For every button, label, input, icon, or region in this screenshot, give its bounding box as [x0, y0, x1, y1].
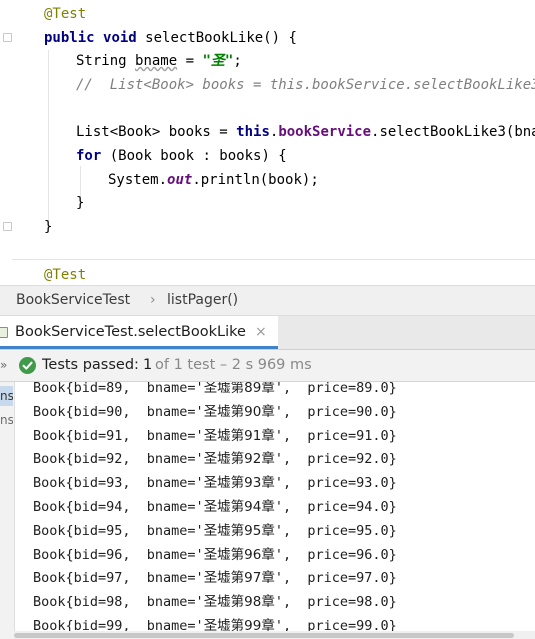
code-line: System.out.println(book); [108, 172, 319, 188]
fold-marker-icon[interactable] [3, 222, 12, 231]
console-line: Book{bid=90, bname='圣墟第90章', price=90.0} [33, 400, 397, 424]
code-line: public void selectBookLike() { [44, 30, 297, 46]
console-line-pre: Book{bid=91, bname=' [33, 427, 204, 444]
scrollbar-thumb[interactable] [14, 633, 514, 638]
console-line: Book{bid=95, bname='圣墟第95章', price=95.0} [33, 519, 397, 543]
test-status-bar: » Tests passed: 1 of 1 test – 2 s 969 ms [0, 350, 535, 382]
check-circle-icon [19, 357, 36, 374]
console-line-name: 圣墟第96章 [203, 546, 275, 563]
close-icon[interactable]: × [255, 316, 267, 348]
console-line-pre: Book{bid=93, bname=' [33, 475, 204, 492]
console-line-post: ', price=90.0} [274, 403, 397, 420]
breadcrumb-method[interactable]: listPager() [167, 286, 238, 315]
run-tab-label: BookServiceTest.selectBookLike [15, 324, 246, 340]
code-line: } [76, 195, 85, 211]
console-line: Book{bid=96, bname='圣墟第96章', price=96.0} [33, 543, 397, 567]
code-line: for (Book book : books) { [76, 148, 287, 164]
test-summary: of 1 test – 2 s 969 ms [155, 357, 312, 373]
console-line-name: 圣墟第94章 [203, 499, 275, 515]
code-line: @Test [44, 267, 87, 283]
console-line-post: ', price=91.0} [274, 427, 397, 444]
console-line-name: 圣墟第95章 [203, 522, 275, 539]
console-line: Book{bid=91, bname='圣墟第91章', price=91.0} [33, 424, 397, 448]
console-line: Book{bid=98, bname='圣墟第98章', price=98.0} [33, 590, 397, 614]
console-line-pre: Book{bid=89, bname=' [33, 382, 204, 396]
console-line: Book{bid=97, bname='圣墟第97章', price=97.0} [33, 566, 397, 590]
console-line-name: 圣墟第93章 [203, 475, 275, 492]
console-line-name: 圣墟第91章 [203, 427, 275, 444]
console-line-pre: Book{bid=98, bname=' [33, 594, 204, 611]
console-line-name: 圣墟第97章 [203, 570, 275, 587]
console-line-pre: Book{bid=94, bname=' [33, 499, 204, 515]
console-line-post: ', price=97.0} [274, 570, 397, 587]
run-tab-selectbooklike[interactable]: BookServiceTest.selectBookLike × [0, 316, 278, 349]
fold-marker-icon[interactable] [3, 33, 12, 42]
console-line: Book{bid=94, bname='圣墟第94章', price=94.0} [33, 495, 397, 519]
console-line-pre: Book{bid=95, bname=' [33, 522, 204, 539]
double-chevron-icon[interactable]: » [0, 350, 7, 381]
console-line-post: ', price=98.0} [274, 594, 397, 611]
console-output[interactable]: ns ns Book{bid=89, bname='圣墟第89章', price… [0, 382, 535, 639]
console-line-post: ', price=96.0} [274, 546, 397, 563]
method-separator [12, 259, 535, 260]
console-line-post: ', price=94.0} [274, 499, 397, 515]
console-line-name: 圣墟第92章 [203, 451, 275, 468]
run-config-icon [0, 327, 8, 338]
code-editor[interactable]: @Test public void selectBookLike() { Str… [0, 0, 535, 285]
console-line: Book{bid=93, bname='圣墟第93章', price=93.0} [33, 471, 397, 495]
side-tab[interactable]: ns [0, 410, 13, 430]
console-line-name: 圣墟第90章 [203, 403, 275, 420]
console-line-post: ', price=89.0} [274, 382, 397, 396]
console-line-post: ', price=95.0} [274, 522, 397, 539]
console-line-pre: Book{bid=90, bname=' [33, 403, 204, 420]
console-line-pre: Book{bid=97, bname=' [33, 570, 204, 587]
tests-passed-label: Tests passed: [42, 357, 139, 373]
console-line-pre: Book{bid=96, bname=' [33, 546, 204, 563]
console-line-name: 圣墟第98章 [203, 594, 275, 611]
console-line: Book{bid=89, bname='圣墟第89章', price=89.0} [33, 382, 397, 400]
run-tabs: BookServiceTest.selectBookLike × [0, 316, 535, 350]
console-line-pre: Book{bid=92, bname=' [33, 451, 204, 468]
console-line-post: ', price=93.0} [274, 475, 397, 492]
console-line: Book{bid=92, bname='圣墟第92章', price=92.0} [33, 447, 397, 471]
code-line: @Test [44, 6, 87, 22]
editor-gutter [0, 0, 12, 285]
horizontal-scrollbar[interactable] [14, 631, 535, 639]
test-tree-strip: ns ns [0, 382, 15, 639]
console-line-name: 圣墟第89章 [203, 382, 275, 396]
breadcrumb: BookServiceTest › listPager() [0, 285, 535, 316]
tests-passed-count: 1 [143, 357, 153, 373]
code-line: String bname = "圣"; [76, 53, 242, 69]
code-line: } [44, 219, 53, 235]
breadcrumb-separator-icon: › [150, 292, 156, 308]
console-line-post: ', price=92.0} [274, 451, 397, 468]
code-line: // List<Book> books = this.bookService.s… [76, 77, 535, 93]
code-line: List<Book> books = this.bookService.sele… [76, 124, 535, 140]
side-tab[interactable]: ns [0, 386, 13, 406]
breadcrumb-class[interactable]: BookServiceTest [16, 286, 130, 315]
indent-guide [48, 50, 49, 226]
